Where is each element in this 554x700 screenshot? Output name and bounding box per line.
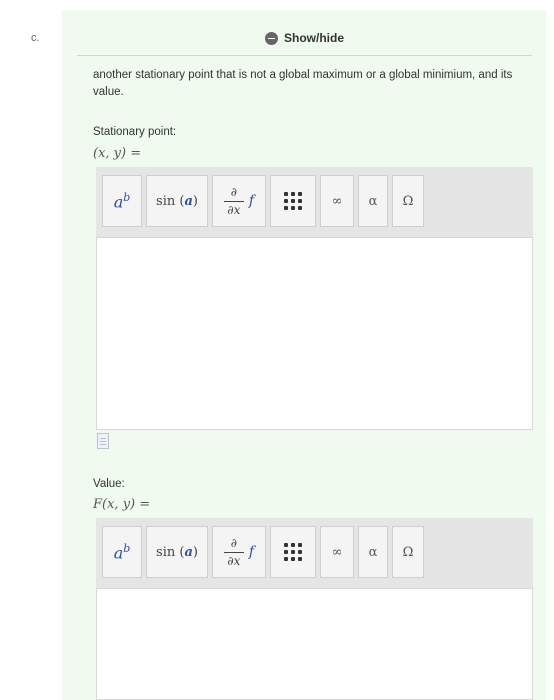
show-hide-label: Show/hide <box>284 31 344 45</box>
matrix-grid-icon <box>284 543 302 561</box>
stationary-point-label: Stationary point: <box>93 126 177 138</box>
value-math: F(x, y) = <box>93 497 151 512</box>
divider <box>77 55 532 56</box>
question-text: another stationary point that is not a g… <box>93 69 513 98</box>
symbol-omega-button[interactable]: Ω <box>392 526 424 578</box>
trig-button[interactable]: sin (a) <box>146 175 208 227</box>
greek-alpha-button[interactable]: α <box>358 175 388 227</box>
symbol-omega-button[interactable]: Ω <box>392 175 424 227</box>
minus-circle-icon <box>265 31 278 45</box>
greek-alpha-button[interactable]: α <box>358 526 388 578</box>
show-hide-toggle[interactable]: Show/hide <box>265 31 344 45</box>
derivative-button[interactable]: ∂ ∂x f <box>212 175 266 227</box>
part-label: c. <box>31 32 40 44</box>
infinity-button[interactable]: ∞ <box>320 175 354 227</box>
value-input[interactable] <box>96 588 533 700</box>
document-icon[interactable] <box>97 433 109 449</box>
stationary-point-math: (x, y) = <box>93 146 142 161</box>
infinity-button[interactable]: ∞ <box>320 526 354 578</box>
power-button[interactable]: ab <box>102 175 142 227</box>
power-button[interactable]: ab <box>102 526 142 578</box>
matrix-button[interactable] <box>270 526 316 578</box>
value-label: Value: <box>93 478 125 490</box>
matrix-grid-icon <box>284 192 302 210</box>
math-toolbar-value: ab sin (a) ∂ ∂x f ∞ α Ω <box>96 518 533 588</box>
derivative-button[interactable]: ∂ ∂x f <box>212 526 266 578</box>
trig-button[interactable]: sin (a) <box>146 526 208 578</box>
math-toolbar: ab sin (a) ∂ ∂x f ∞ α Ω <box>96 167 533 237</box>
stationary-point-input[interactable] <box>96 237 533 430</box>
matrix-button[interactable] <box>270 175 316 227</box>
